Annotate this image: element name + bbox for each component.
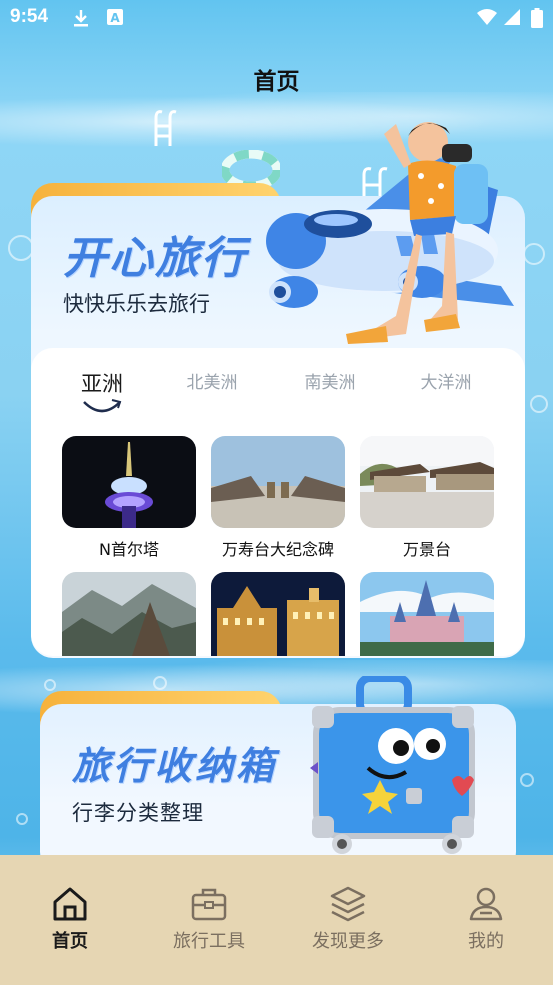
status-time: 9:54 xyxy=(10,6,49,27)
spot-image-night-buildings[interactable] xyxy=(211,572,345,656)
app-notification-icon: A xyxy=(107,9,123,25)
nav-label: 旅行工具 xyxy=(173,931,245,952)
tab-asia[interactable]: 亚洲 xyxy=(62,368,142,398)
layers-icon xyxy=(330,886,366,922)
suitcase-mascot-illustration xyxy=(310,676,475,854)
nav-profile[interactable]: 我的 xyxy=(431,885,541,953)
tab-south-america[interactable]: 南美洲 xyxy=(290,368,370,393)
spot-image-mountains[interactable] xyxy=(62,572,196,656)
spot-label: 万景台 xyxy=(402,540,451,559)
user-icon xyxy=(469,887,503,921)
battery-icon xyxy=(531,8,543,28)
storage-title: 旅行收纳箱 xyxy=(72,744,278,788)
nav-label: 我的 xyxy=(468,931,504,952)
spot-image-mansudae-monument[interactable] xyxy=(211,436,345,528)
spot-image-n-seoul-tower[interactable] xyxy=(62,436,196,528)
storage-subtitle: 行李分类整理 xyxy=(72,801,204,825)
bubble xyxy=(153,676,167,690)
pool-ladder-icon xyxy=(154,110,177,146)
page-title: 首页 xyxy=(253,69,300,95)
nav-travel-tools[interactable]: 旅行工具 xyxy=(154,885,264,953)
tab-oceania[interactable]: 大洋洲 xyxy=(406,368,486,393)
bubble xyxy=(530,395,548,413)
bubble xyxy=(520,773,534,787)
hero-title: 开心旅行 xyxy=(63,233,247,284)
download-icon xyxy=(74,10,88,27)
nav-home[interactable]: 首页 xyxy=(15,885,125,953)
home-icon xyxy=(53,887,87,921)
bubble xyxy=(44,679,56,691)
tab-north-america[interactable]: 北美洲 xyxy=(172,368,252,393)
nav-label: 发现更多 xyxy=(312,931,384,952)
spot-label: N首尔塔 xyxy=(99,540,159,559)
spot-image-mangyongdae[interactable] xyxy=(360,436,494,528)
nav-label: 首页 xyxy=(52,931,88,952)
toolbox-icon xyxy=(191,888,227,921)
bubble xyxy=(16,813,28,825)
spot-image-castle[interactable] xyxy=(360,572,494,656)
hero-subtitle: 快快乐乐去旅行 xyxy=(63,292,210,316)
signal-icon xyxy=(504,9,520,25)
airplane-traveler-illustration xyxy=(266,122,514,344)
bubble xyxy=(523,243,545,265)
spot-label: 万寿台大纪念碑 xyxy=(221,540,334,559)
svg-text:A: A xyxy=(110,11,120,25)
wifi-icon xyxy=(477,9,497,25)
nav-discover-more[interactable]: 发现更多 xyxy=(293,885,403,953)
active-tab-indicator xyxy=(83,399,122,413)
status-bar: 9:54 A xyxy=(0,0,553,36)
